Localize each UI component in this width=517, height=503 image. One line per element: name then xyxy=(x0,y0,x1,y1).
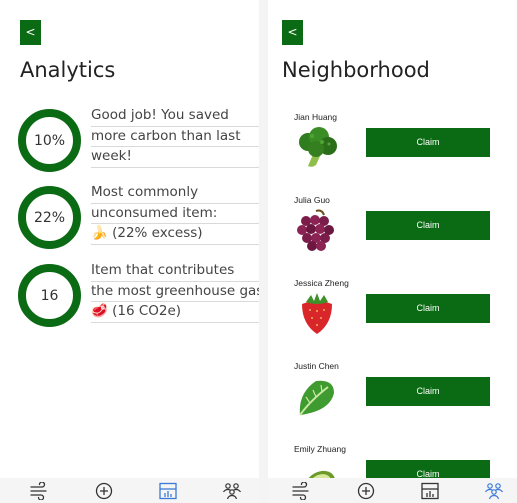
lettuce-icon xyxy=(299,380,334,416)
analytics-nav-icon[interactable] xyxy=(158,482,178,500)
wind-icon[interactable] xyxy=(291,482,311,500)
stat-description: Good job! You saved more carbon than las… xyxy=(91,106,259,168)
community-nav-icon[interactable] xyxy=(222,482,242,500)
neighbor-name: Julia Guo xyxy=(294,195,330,205)
stat-line: more carbon than last xyxy=(91,127,259,147)
ring-value: 10% xyxy=(33,132,66,149)
progress-ring: 22% xyxy=(18,186,81,249)
stat-line: week! xyxy=(91,147,259,168)
stat-description: Most commonly unconsumed item: 🍌 (22% ex… xyxy=(91,183,259,245)
page-title: Neighborhood xyxy=(282,58,430,82)
claim-button[interactable]: Claim xyxy=(366,294,490,323)
stat-line: Item that contributes xyxy=(91,261,259,282)
stat-carbon-saved: 10% Good job! You saved more carbon than… xyxy=(18,106,259,174)
back-button[interactable]: < xyxy=(282,20,303,45)
claim-button[interactable]: Claim xyxy=(366,211,490,240)
neighbor-name: Emily Zhuang xyxy=(294,444,346,454)
wind-icon[interactable] xyxy=(29,482,49,500)
ring-value: 22% xyxy=(33,209,66,226)
stat-unconsumed-item: 22% Most commonly unconsumed item: 🍌 (22… xyxy=(18,183,259,251)
stat-line: the most greenhouse gas: xyxy=(91,282,259,302)
neighbor-listing: Julia Guo Claim xyxy=(294,195,514,267)
neighbor-listing: Jessica Zheng Claim xyxy=(294,278,514,350)
grapes-icon xyxy=(297,209,334,251)
analytics-nav-icon[interactable] xyxy=(420,482,440,500)
neighbor-name: Jian Huang xyxy=(294,112,338,122)
stat-description: Item that contributes the most greenhous… xyxy=(91,261,259,323)
neighbor-listing: Jian Huang Claim xyxy=(294,112,514,184)
strawberry-icon xyxy=(302,293,332,334)
stat-greenhouse-gas: 16 Item that contributes the most greenh… xyxy=(18,261,259,329)
neighbor-name: Justin Chen xyxy=(294,361,339,371)
page-title: Analytics xyxy=(20,58,116,82)
stat-line: unconsumed item: xyxy=(91,204,259,224)
progress-ring: 16 xyxy=(18,264,81,327)
community-nav-icon[interactable] xyxy=(484,482,504,500)
claim-button[interactable]: Claim xyxy=(366,377,490,406)
progress-ring: 10% xyxy=(18,109,81,172)
bottom-nav xyxy=(268,478,517,503)
screen-divider xyxy=(259,0,268,503)
stat-line: Good job! You saved xyxy=(91,106,259,127)
stat-line: Most commonly xyxy=(91,183,259,204)
neighborhood-screen: < Neighborhood Jian Huang Claim Julia Gu… xyxy=(268,0,517,503)
add-circle-icon[interactable] xyxy=(356,482,376,500)
add-circle-icon[interactable] xyxy=(94,482,114,500)
neighbor-name: Jessica Zheng xyxy=(294,278,349,288)
stat-line: 🥩 (16 CO2e) xyxy=(91,302,259,323)
back-button[interactable]: < xyxy=(20,20,41,45)
bottom-nav xyxy=(0,478,259,503)
ring-value: 16 xyxy=(40,287,59,304)
claim-button[interactable]: Claim xyxy=(366,128,490,157)
broccoli-icon xyxy=(299,127,337,167)
neighbor-listing: Justin Chen Claim xyxy=(294,361,514,433)
stat-line: 🍌 (22% excess) xyxy=(91,224,259,245)
analytics-screen: < Analytics 10% Good job! You saved more… xyxy=(0,0,259,503)
